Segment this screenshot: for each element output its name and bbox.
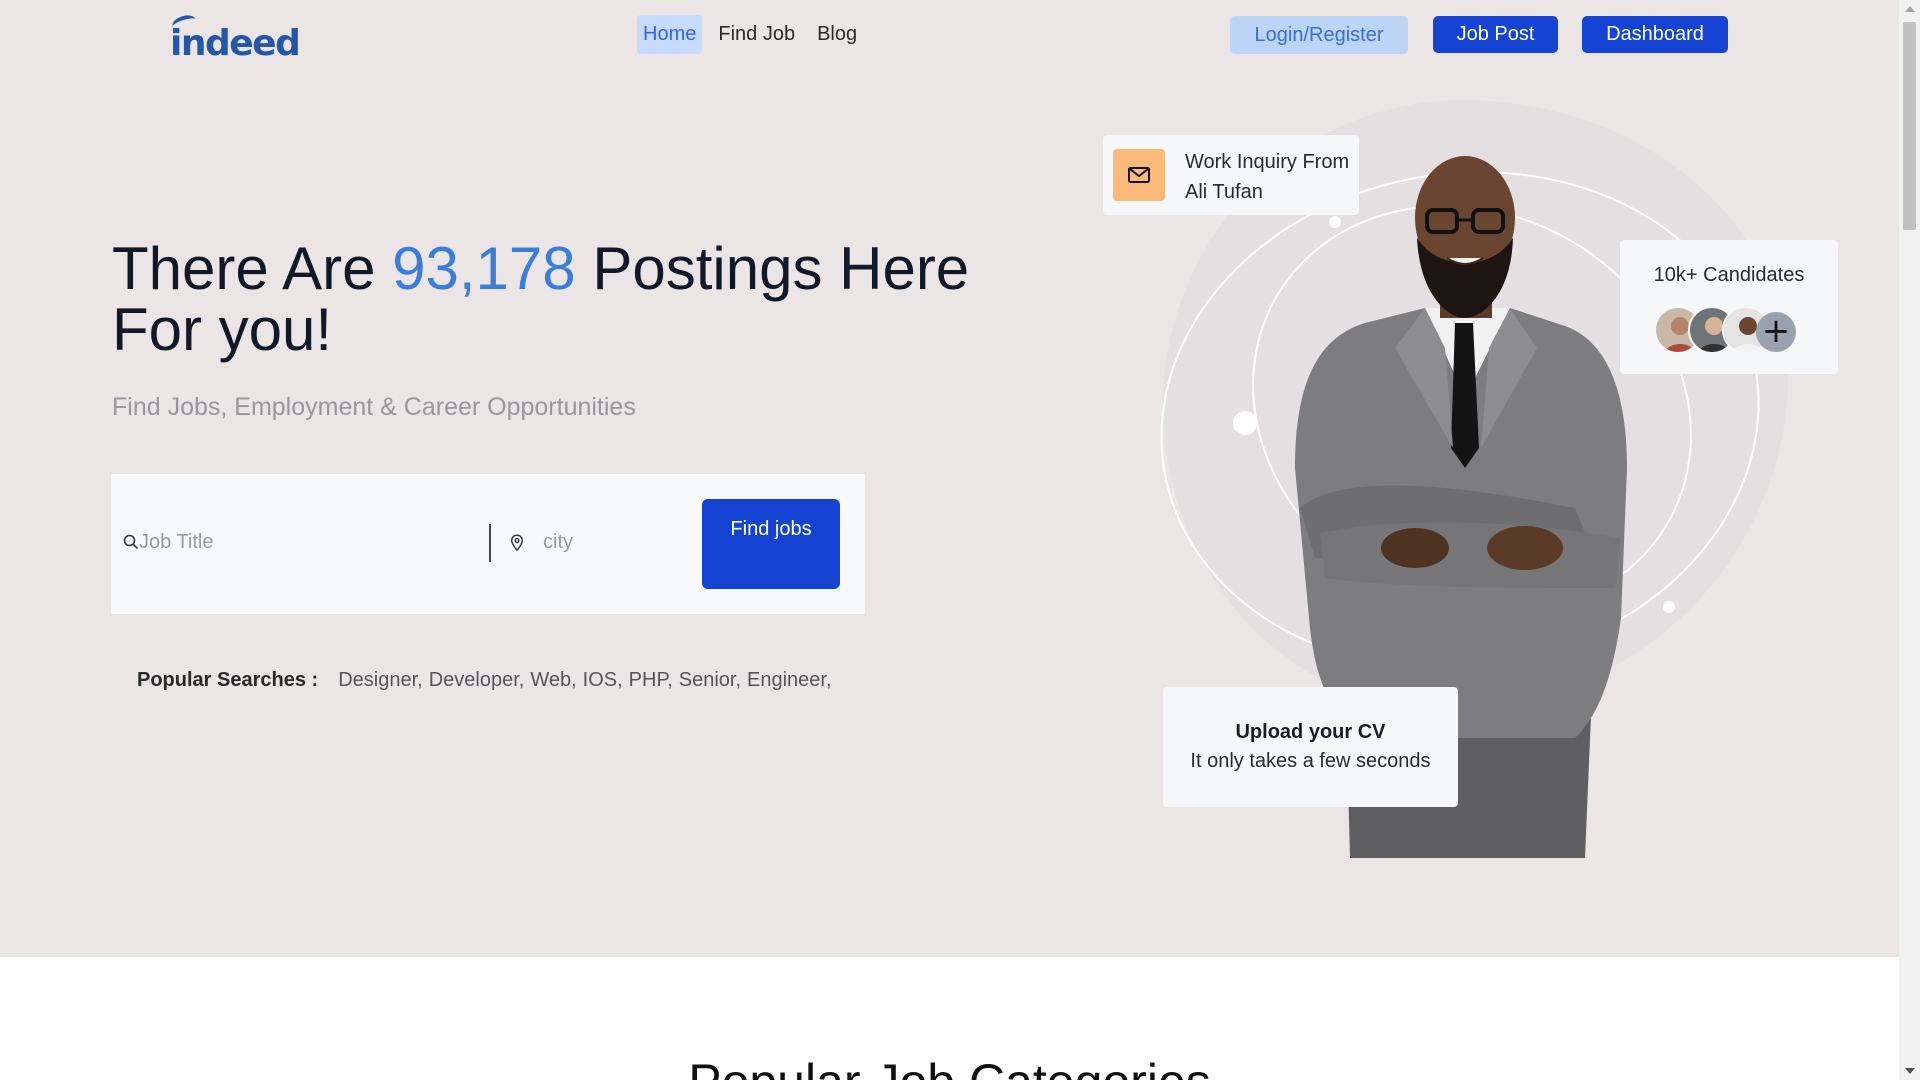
hero-headline: There Are 93,178 Postings Here For you!	[112, 238, 992, 360]
popular-tags: Designer, Developer, Web, IOS, PHP, Seni…	[338, 669, 831, 692]
login-register-button[interactable]: Login/Register	[1230, 16, 1408, 54]
work-inquiry-card: Work Inquiry From Ali Tufan	[1103, 135, 1359, 215]
scroll-thumb[interactable]	[1903, 22, 1916, 230]
tag-developer[interactable]: Developer,	[429, 669, 525, 692]
tag-senior[interactable]: Senior,	[679, 669, 741, 692]
find-jobs-button[interactable]: Find jobs	[702, 499, 840, 589]
mail-icon	[1113, 149, 1165, 201]
tag-engineer[interactable]: Engineer,	[747, 669, 832, 692]
search-divider	[489, 524, 491, 562]
nav-find-job[interactable]: Find Job	[712, 15, 801, 54]
job-title-input[interactable]	[139, 526, 479, 558]
tag-web[interactable]: Web,	[530, 669, 576, 692]
popular-job-categories-heading: Popular Job Categories	[0, 1053, 1899, 1080]
page-scrollbar[interactable]	[1899, 0, 1920, 1080]
city-input[interactable]	[543, 526, 693, 558]
plus-icon[interactable]: +	[1756, 312, 1796, 352]
tag-ios[interactable]: IOS,	[583, 669, 623, 692]
upload-cv-subtitle: It only takes a few seconds	[1190, 750, 1431, 772]
postings-count: 93,178	[392, 235, 576, 302]
inquiry-line1: Work Inquiry From	[1185, 151, 1350, 173]
candidates-card: 10k+ Candidates +	[1620, 240, 1838, 374]
upload-cv-card[interactable]: Upload your CV It only takes a few secon…	[1163, 687, 1458, 807]
job-post-button[interactable]: Job Post	[1433, 16, 1558, 53]
popular-searches-label: Popular Searches :	[137, 669, 319, 691]
job-search-form: Find jobs	[111, 474, 865, 614]
inquiry-text: Work Inquiry From Ali Tufan	[1185, 147, 1349, 207]
logo-text: indeed	[170, 23, 301, 64]
dashboard-button[interactable]: Dashboard	[1582, 16, 1728, 53]
nav-home[interactable]: Home	[637, 15, 703, 54]
scroll-down-arrow-icon[interactable]	[1905, 1068, 1915, 1074]
tag-designer[interactable]: Designer,	[338, 669, 423, 692]
headline-prefix: There Are	[112, 235, 393, 302]
main-nav: Home Find Job Blog	[637, 15, 863, 54]
indeed-logo[interactable]: indeed	[170, 12, 301, 64]
popular-searches: Popular Searches : Designer, Developer, …	[137, 669, 832, 692]
nav-blog[interactable]: Blog	[811, 15, 863, 54]
search-icon	[123, 534, 139, 550]
candidates-count: 10k+ Candidates	[1653, 264, 1805, 286]
hero-subheadline: Find Jobs, Employment & Career Opportuni…	[112, 393, 636, 421]
inquiry-sender: Ali Tufan	[1185, 181, 1263, 203]
candidate-avatars: +	[1654, 306, 1804, 356]
scroll-up-arrow-icon[interactable]	[1905, 6, 1915, 12]
upload-cv-title: Upload your CV	[1235, 721, 1386, 743]
tag-php[interactable]: PHP,	[629, 669, 673, 692]
map-pin-icon	[510, 534, 524, 552]
